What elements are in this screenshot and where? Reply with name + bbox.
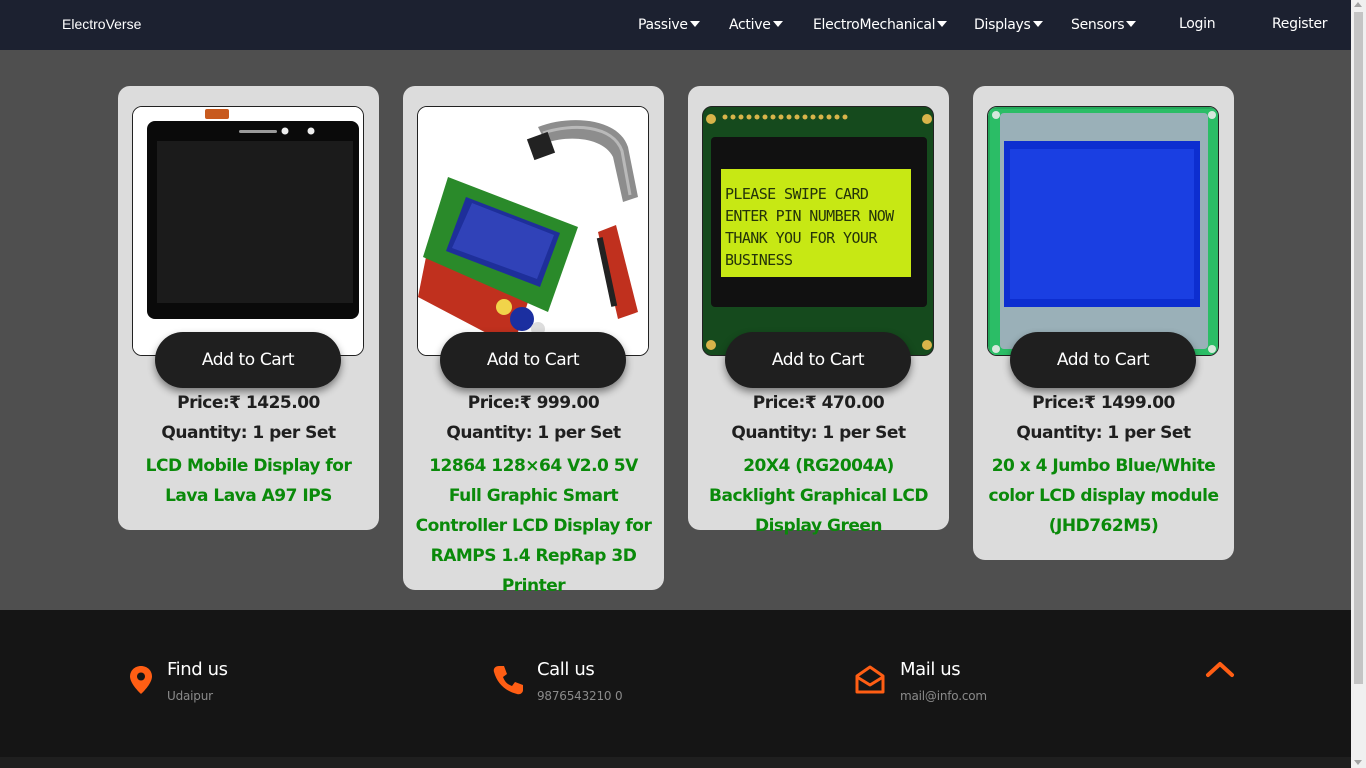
lcd-line: ENTER PIN NUMBER NOW [725,207,894,225]
chevron-up-icon [1206,662,1234,677]
product-price: Price:₹ 1499.00 [1032,393,1175,413]
nav-menu-displays[interactable]: Displays [974,17,1043,33]
caret-down-icon [772,21,783,27]
register-link[interactable]: Register [1272,16,1328,32]
mail-us-title: Mail us [900,659,961,680]
map-pin-icon [129,665,153,699]
nav-menu-label: ElectroMechanical [813,17,936,33]
footer [0,610,1351,757]
product-card: Add to Cart Price:₹ 1425.00 Quantity: 1 … [118,86,379,530]
product-image[interactable] [417,106,649,356]
product-quantity: Quantity: 1 per Set [731,423,906,443]
caret-down-icon [937,21,948,27]
call-us-title: Call us [537,659,595,680]
add-to-cart-button[interactable]: Add to Cart [1010,332,1196,388]
nav-menu-label: Sensors [1071,17,1125,33]
caret-down-icon [1126,21,1137,27]
nav-menu-electromechanical[interactable]: ElectroMechanical [813,17,948,33]
product-price: Price:₹ 999.00 [467,393,600,413]
nav-menu-label: Passive [638,17,688,33]
login-link[interactable]: Login [1179,16,1216,32]
call-us-value[interactable]: 9876543210 0 [537,689,623,703]
nav-menu-label: Displays [974,17,1031,33]
page-scrollbar[interactable] [1351,0,1366,768]
product-image[interactable] [132,106,364,356]
product-card: Add to Cart Price:₹ 1499.00 Quantity: 1 … [973,86,1234,560]
product-name-link[interactable]: 20 x 4 Jumbo Blue/White color LCD displa… [983,451,1224,541]
scroll-down-arrow-icon[interactable] [1354,760,1362,765]
nav-menu-active[interactable]: Active [729,17,783,33]
navbar: ElectroVerse Passive Active ElectroMecha… [0,0,1351,50]
product-name-link[interactable]: LCD Mobile Display for Lava Lava A97 IPS [128,451,369,511]
product-quantity: Quantity: 1 per Set [161,423,336,443]
mail-us-value[interactable]: mail@info.com [900,689,987,703]
lcd-line: THANK YOU FOR YOUR [725,229,877,247]
find-us-value: Udaipur [167,689,213,703]
lcd-line: PLEASE SWIPE CARD [725,185,869,203]
scroll-up-arrow-icon[interactable] [1354,2,1362,7]
nav-menu-sensors[interactable]: Sensors [1071,17,1137,33]
scroll-to-top-button[interactable] [1204,660,1236,680]
product-image[interactable]: PLEASE SWIPE CARD ENTER PIN NUMBER NOW T… [702,106,934,356]
nav-menu-passive[interactable]: Passive [638,17,700,33]
caret-down-icon [689,21,700,27]
product-price: Price:₹ 470.00 [752,393,885,413]
product-quantity: Quantity: 1 per Set [1016,423,1191,443]
add-to-cart-button[interactable]: Add to Cart [155,332,341,388]
find-us-title: Find us [167,659,228,680]
add-to-cart-button[interactable]: Add to Cart [725,332,911,388]
product-card: PLEASE SWIPE CARD ENTER PIN NUMBER NOW T… [688,86,949,536]
nav-menu-label: Active [729,17,771,33]
lcd-screen-text: PLEASE SWIPE CARD ENTER PIN NUMBER NOW T… [725,183,915,271]
add-to-cart-button[interactable]: Add to Cart [440,332,626,388]
footer-bottom-bar [0,757,1351,768]
product-quantity: Quantity: 1 per Set [446,423,621,443]
brand-logo[interactable]: ElectroVerse [62,16,141,32]
phone-icon [492,664,524,700]
product-card: Add to Cart Price:₹ 999.00 Quantity: 1 p… [403,86,664,596]
product-name-link[interactable]: 20X4 (RG2004A) Backlight Graphical LCD D… [698,451,939,541]
envelope-open-icon [854,664,886,700]
product-name-link[interactable]: 12864 128×64 V2.0 5V Full Graphic Smart … [413,451,654,601]
product-price: Price:₹ 1425.00 [177,393,320,413]
caret-down-icon [1032,21,1043,27]
product-image[interactable] [987,106,1219,356]
scrollbar-thumb[interactable] [1354,12,1363,684]
lcd-line: BUSINESS [725,251,793,269]
